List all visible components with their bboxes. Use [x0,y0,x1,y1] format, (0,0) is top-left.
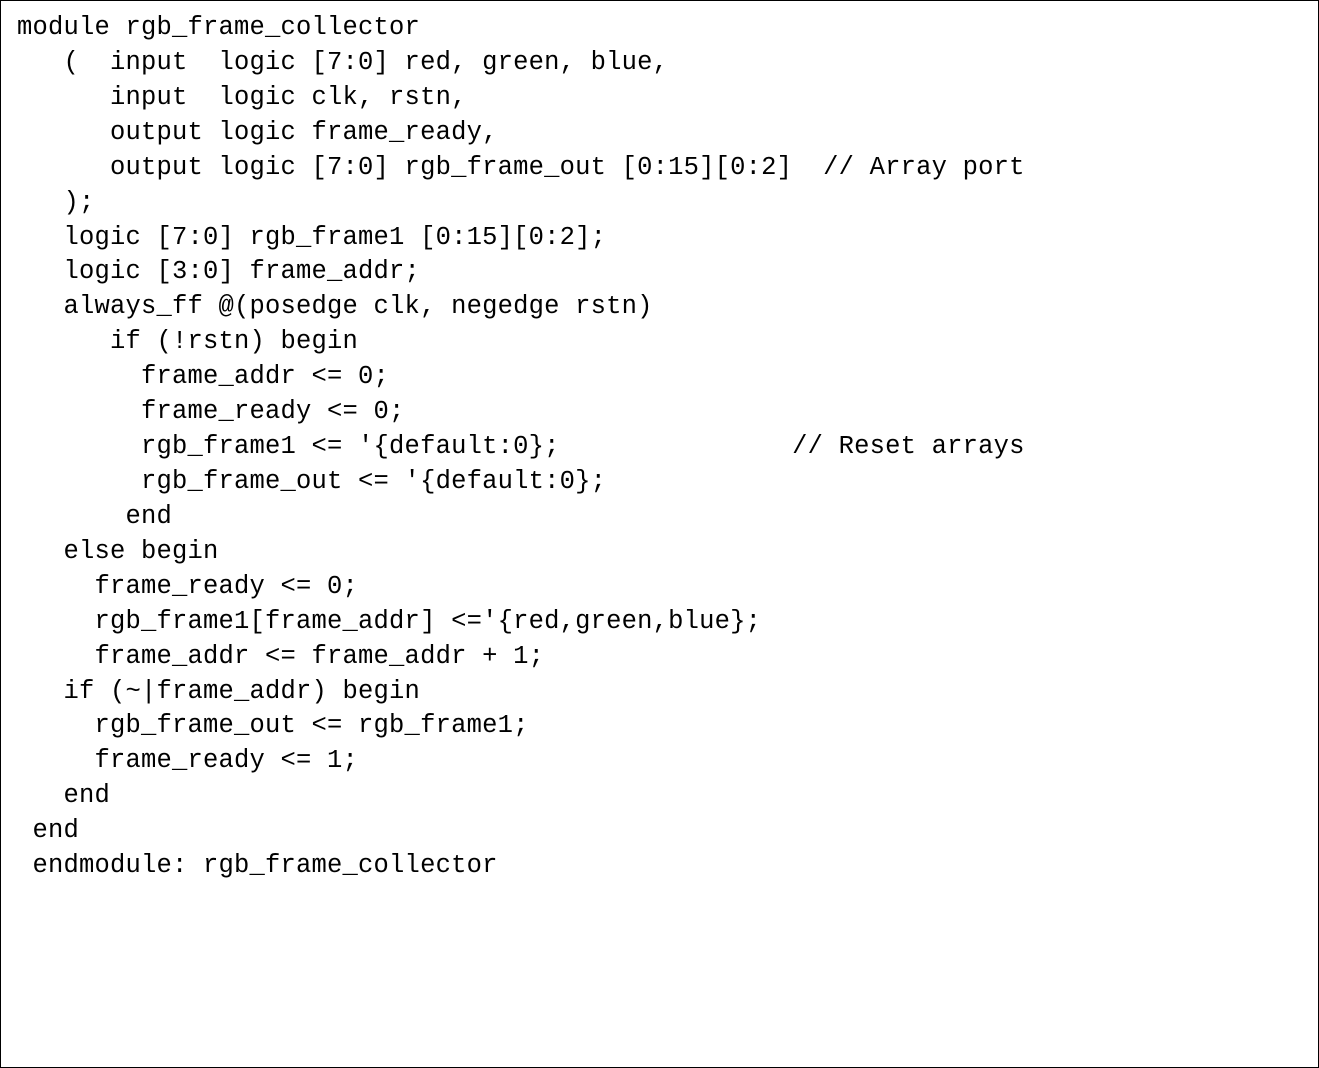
code-line: frame_addr <= frame_addr + 1; [17,640,1302,675]
code-line: rgb_frame_out <= '{default:0}; [17,465,1302,500]
code-line: ); [17,186,1302,221]
code-line: rgb_frame_out <= rgb_frame1; [17,709,1302,744]
code-line: always_ff @(posedge clk, negedge rstn) [17,290,1302,325]
code-line: if (~|frame_addr) begin [17,675,1302,710]
code-line: frame_ready <= 0; [17,570,1302,605]
code-line: frame_ready <= 1; [17,744,1302,779]
code-line: ( input logic [7:0] red, green, blue, [17,46,1302,81]
code-line: module rgb_frame_collector [17,11,1302,46]
code-line: if (!rstn) begin [17,325,1302,360]
code-line: output logic frame_ready, [17,116,1302,151]
code-line: else begin [17,535,1302,570]
code-line: logic [7:0] rgb_frame1 [0:15][0:2]; [17,221,1302,256]
code-line: endmodule: rgb_frame_collector [17,849,1302,884]
code-line: end [17,779,1302,814]
code-line: rgb_frame1 <= '{default:0}; // Reset arr… [17,430,1302,465]
code-line: end [17,500,1302,535]
code-line: output logic [7:0] rgb_frame_out [0:15][… [17,151,1302,186]
code-line: end [17,814,1302,849]
code-line: logic [3:0] frame_addr; [17,255,1302,290]
code-block: module rgb_frame_collector ( input logic… [0,0,1319,1068]
code-line: input logic clk, rstn, [17,81,1302,116]
code-line: frame_addr <= 0; [17,360,1302,395]
code-line: rgb_frame1[frame_addr] <='{red,green,blu… [17,605,1302,640]
code-line: frame_ready <= 0; [17,395,1302,430]
